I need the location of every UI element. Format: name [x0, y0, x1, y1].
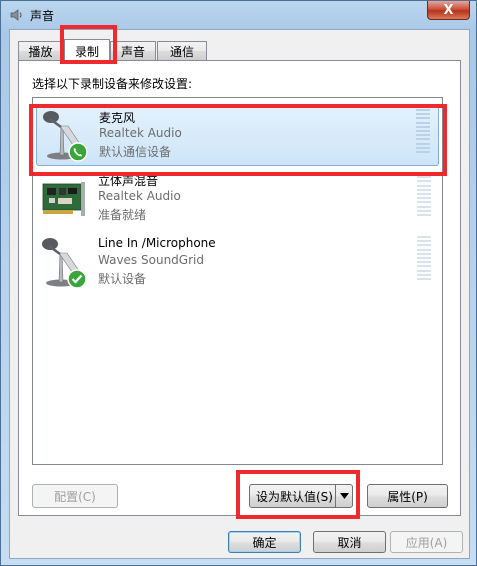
- dialog-client-area: 播放 录制 声音 通信 选择以下录制设备来修改设置: 麦克风 Realtek A…: [9, 29, 470, 559]
- tab-communications-label: 通信: [169, 44, 194, 59]
- apply-button[interactable]: 应用(A): [390, 531, 463, 553]
- set-default-split-button[interactable]: 设为默认值(S): [249, 484, 353, 508]
- cancel-button-label: 取消: [337, 535, 362, 550]
- properties-button[interactable]: 属性(P): [367, 484, 448, 508]
- close-button[interactable]: X: [427, 1, 470, 20]
- device-item-microphone[interactable]: 麦克风 Realtek Audio 默认通信设备: [36, 104, 439, 166]
- checkmark-badge-icon: [67, 269, 87, 289]
- microphone-icon: [39, 236, 89, 289]
- device-status: 默认通信设备: [99, 145, 172, 159]
- device-name: 立体声混音: [98, 174, 159, 188]
- device-name: 麦克风: [99, 111, 136, 125]
- sound-dialog-window: 声音 X 播放 录制 声音 通信 选择以下录制设备来修改设置: 麦克风 Real…: [0, 0, 477, 566]
- close-icon: X: [443, 2, 454, 18]
- ok-button-label: 确定: [252, 535, 277, 550]
- device-driver: Realtek Audio: [98, 189, 181, 203]
- properties-button-label: 属性(P): [387, 489, 428, 504]
- tab-playback[interactable]: 播放: [18, 41, 63, 60]
- window-title: 声音: [30, 9, 55, 23]
- tab-sounds[interactable]: 声音: [110, 41, 156, 60]
- cancel-button[interactable]: 取消: [313, 531, 386, 553]
- tab-playback-label: 播放: [28, 44, 53, 59]
- dropdown-arrow-icon[interactable]: [335, 485, 352, 507]
- set-default-button-label: 设为默认值(S): [256, 489, 333, 504]
- level-meter: [417, 236, 431, 280]
- tab-sounds-label: 声音: [120, 44, 145, 59]
- microphone-icon: [40, 109, 90, 162]
- instruction-text: 选择以下录制设备来修改设置:: [32, 77, 193, 91]
- phone-badge-icon: [68, 142, 88, 162]
- device-driver: Waves SoundGrid: [98, 253, 204, 267]
- speaker-icon: [10, 8, 24, 22]
- tab-recording[interactable]: 录制: [64, 39, 110, 62]
- device-status: 默认设备: [98, 272, 147, 286]
- device-name: Line In /Microphone: [98, 236, 216, 250]
- device-item-stereo-mix[interactable]: 立体声混音 Realtek Audio 准备就绪: [36, 168, 439, 230]
- ok-button[interactable]: 确定: [228, 531, 301, 553]
- level-meter: [416, 109, 430, 153]
- sound-card-icon: [39, 172, 89, 224]
- title-bar[interactable]: 声音 X: [1, 1, 476, 29]
- tab-communications[interactable]: 通信: [157, 41, 207, 60]
- device-status: 准备就绪: [98, 208, 147, 222]
- device-item-line-in[interactable]: Line In /Microphone Waves SoundGrid 默认设备: [36, 232, 439, 294]
- device-driver: Realtek Audio: [99, 126, 182, 140]
- apply-button-label: 应用(A): [405, 535, 448, 550]
- level-meter: [417, 172, 431, 216]
- configure-button-label: 配置(C): [54, 489, 96, 504]
- tab-recording-label: 录制: [74, 44, 99, 59]
- configure-button[interactable]: 配置(C): [32, 484, 118, 508]
- device-list[interactable]: 麦克风 Realtek Audio 默认通信设备 立体声混音 Realtek A…: [32, 97, 443, 465]
